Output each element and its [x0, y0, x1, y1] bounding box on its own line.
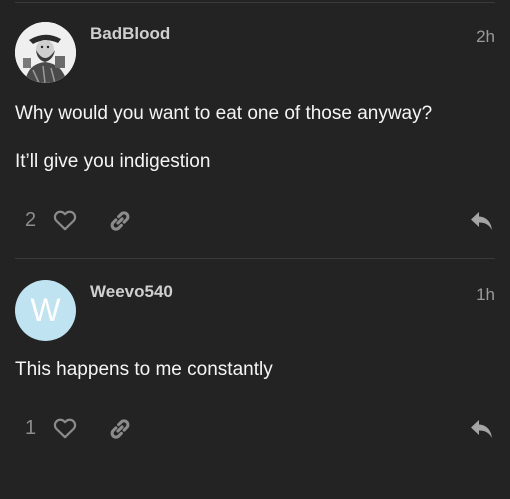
- avatar[interactable]: W: [15, 280, 76, 341]
- post-time[interactable]: 1h: [476, 285, 495, 305]
- heart-icon[interactable]: [52, 415, 78, 441]
- post-weevo540: W Weevo540 1h This happens to me constan…: [0, 258, 510, 499]
- post-paragraph: It’ll give you indigestion: [15, 151, 211, 172]
- like-count[interactable]: 2: [25, 209, 36, 232]
- username[interactable]: BadBlood: [90, 24, 170, 44]
- topic-page: { "posts": [ { "username": "BadBlood", "…: [0, 0, 510, 499]
- avatar[interactable]: [15, 22, 76, 83]
- post-actions: 2: [15, 207, 495, 237]
- link-icon[interactable]: [106, 415, 134, 443]
- username[interactable]: Weevo540: [90, 282, 173, 302]
- post-time[interactable]: 2h: [476, 27, 495, 47]
- heart-icon[interactable]: [52, 207, 78, 233]
- post-badblood: BadBlood 2h Why would you want to eat on…: [0, 0, 510, 258]
- reply-icon[interactable]: [469, 209, 495, 233]
- reply-icon[interactable]: [469, 417, 495, 441]
- post-paragraph: This happens to me constantly: [15, 359, 273, 380]
- link-icon[interactable]: [106, 207, 134, 235]
- user-photo-avatar: [15, 22, 76, 83]
- like-count[interactable]: 1: [25, 417, 36, 440]
- post-paragraph: Why would you want to eat one of those a…: [15, 103, 433, 124]
- post-actions: 1: [15, 415, 495, 445]
